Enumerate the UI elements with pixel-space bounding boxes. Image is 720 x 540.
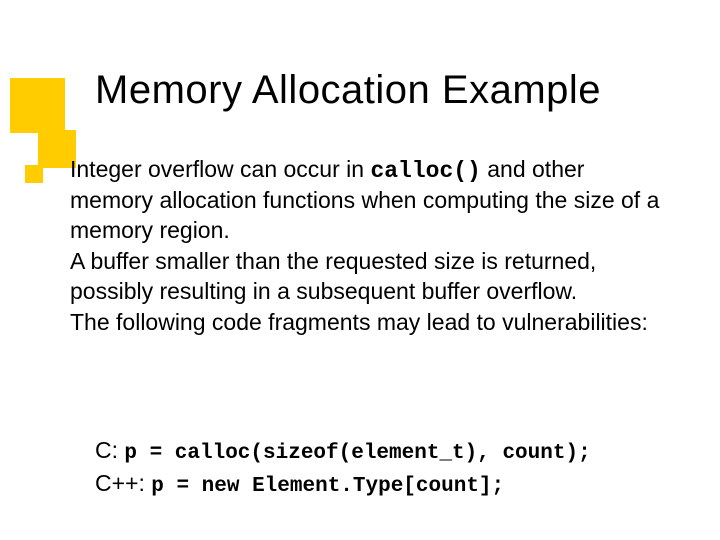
code-label-c: C: (95, 437, 124, 463)
code-c: p = calloc(sizeof(element_t), count); (124, 442, 590, 465)
code-cpp: p = new Element.Type[count]; (151, 475, 504, 498)
code-line-c: C: p = calloc(sizeof(element_t), count); (95, 435, 695, 468)
accent-square-large (10, 78, 65, 133)
paragraph-2: A buffer smaller than the requested size… (70, 247, 670, 306)
code-line-cpp: C++: p = new Element.Type[count]; (95, 468, 695, 501)
paragraph-3: The following code fragments may lead to… (70, 308, 670, 337)
code-label-cpp: C++: (95, 470, 151, 496)
p1-lead: Integer overflow can occur in (70, 156, 370, 182)
slide-title: Memory Allocation Example (95, 68, 601, 113)
slide-body: Integer overflow can occur in calloc() a… (70, 155, 670, 340)
inline-code-calloc: calloc() (370, 158, 480, 184)
code-examples: C: p = calloc(sizeof(element_t), count);… (95, 435, 695, 502)
accent-square-small (25, 165, 43, 183)
slide: Memory Allocation Example Integer overfl… (0, 0, 720, 540)
paragraph-1: Integer overflow can occur in calloc() a… (70, 155, 670, 245)
